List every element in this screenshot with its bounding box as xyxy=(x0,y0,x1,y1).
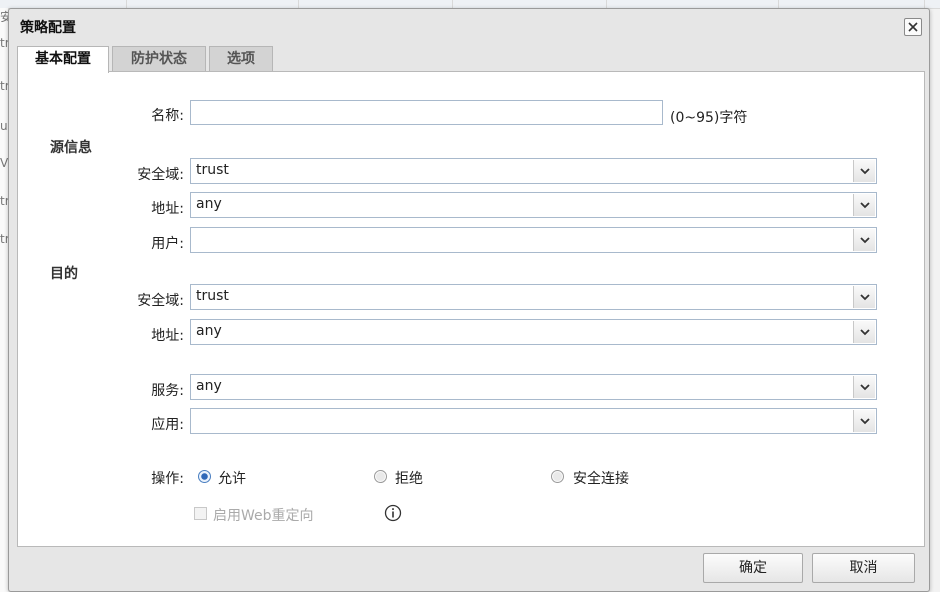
chevron-down-icon xyxy=(859,417,870,424)
web-redirect-label: 启用Web重定向 xyxy=(213,508,314,524)
dest-zone-select[interactable]: trust xyxy=(190,284,877,310)
dest-address-label: 地址: xyxy=(151,328,184,344)
service-select[interactable]: any xyxy=(190,374,877,400)
source-zone-select[interactable]: trust xyxy=(190,158,877,184)
tab-protection-status[interactable]: 防护状态 xyxy=(112,46,206,72)
close-button[interactable] xyxy=(904,18,922,36)
source-zone-value: trust xyxy=(196,162,229,178)
tab-basic-config[interactable]: 基本配置 xyxy=(17,46,109,73)
tab-options[interactable]: 选项 xyxy=(209,46,273,72)
background-column-divider xyxy=(298,0,299,8)
name-input[interactable] xyxy=(190,100,663,125)
background-table-body xyxy=(0,8,8,592)
dest-address-select[interactable]: any xyxy=(190,319,877,345)
policy-config-dialog: 策略配置 基本配置 防护状态 选项 名称: (0~95)字符 源信息 安全域: … xyxy=(8,8,930,592)
service-value: any xyxy=(196,378,222,394)
source-user-select[interactable] xyxy=(190,227,877,253)
chevron-down-icon xyxy=(859,293,870,300)
dest-section-title: 目的 xyxy=(50,266,78,282)
radio-secure-connect-label: 安全连接 xyxy=(573,471,629,487)
cancel-button[interactable]: 取消 xyxy=(812,553,915,583)
dropdown-arrow-button[interactable] xyxy=(853,286,875,308)
dropdown-arrow-button[interactable] xyxy=(853,194,875,216)
background-column-divider xyxy=(778,0,779,8)
dropdown-arrow-button[interactable] xyxy=(853,160,875,182)
dropdown-arrow-button[interactable] xyxy=(853,321,875,343)
chevron-down-icon xyxy=(859,383,870,390)
dropdown-arrow-button[interactable] xyxy=(853,410,875,432)
source-section-title: 源信息 xyxy=(50,140,92,156)
dropdown-arrow-button[interactable] xyxy=(853,229,875,251)
ok-button[interactable]: 确定 xyxy=(703,553,803,583)
chevron-down-icon xyxy=(859,167,870,174)
source-address-value: any xyxy=(196,196,222,212)
dest-address-value: any xyxy=(196,323,222,339)
radio-secure-connect[interactable] xyxy=(551,470,564,483)
source-zone-label: 安全域: xyxy=(137,167,184,183)
service-label: 服务: xyxy=(151,383,184,399)
background-column-divider xyxy=(924,0,925,8)
background-column-divider xyxy=(606,0,607,8)
action-label: 操作: xyxy=(151,471,184,487)
dropdown-arrow-button[interactable] xyxy=(853,376,875,398)
source-address-label: 地址: xyxy=(151,201,184,217)
web-redirect-checkbox[interactable] xyxy=(194,507,207,520)
radio-deny-label: 拒绝 xyxy=(395,471,423,487)
basic-config-panel: 名称: (0~95)字符 源信息 安全域: trust 地址: any 用户: … xyxy=(17,71,925,547)
dest-zone-label: 安全域: xyxy=(137,293,184,309)
chevron-down-icon xyxy=(859,236,870,243)
name-label: 名称: xyxy=(151,108,184,124)
info-icon[interactable] xyxy=(384,504,402,522)
dest-zone-value: trust xyxy=(196,288,229,304)
radio-allow[interactable] xyxy=(198,470,211,483)
name-length-hint: (0~95)字符 xyxy=(670,110,748,126)
background-column-divider xyxy=(452,0,453,8)
chevron-down-icon xyxy=(859,328,870,335)
close-icon xyxy=(908,22,918,32)
radio-allow-label: 允许 xyxy=(218,471,246,487)
chevron-down-icon xyxy=(859,201,870,208)
source-address-select[interactable]: any xyxy=(190,192,877,218)
background-column-divider xyxy=(126,0,127,8)
dialog-title: 策略配置 xyxy=(20,20,76,36)
application-select[interactable] xyxy=(190,408,877,434)
radio-deny[interactable] xyxy=(374,470,387,483)
application-label: 应用: xyxy=(151,417,184,433)
source-user-label: 用户: xyxy=(151,236,184,252)
